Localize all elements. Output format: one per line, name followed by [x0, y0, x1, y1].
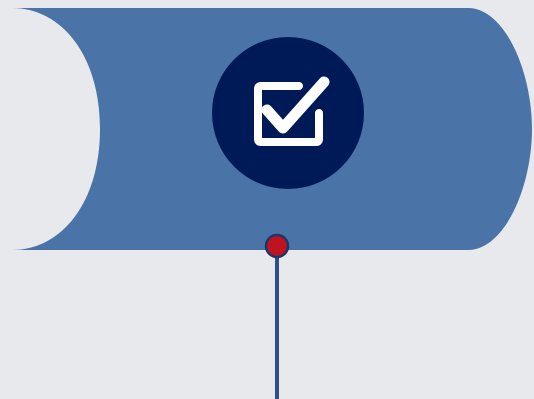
step-diagram [12, 8, 532, 399]
icon-badge [212, 37, 364, 189]
infographic-step [0, 0, 534, 399]
connector-dot [264, 233, 290, 259]
